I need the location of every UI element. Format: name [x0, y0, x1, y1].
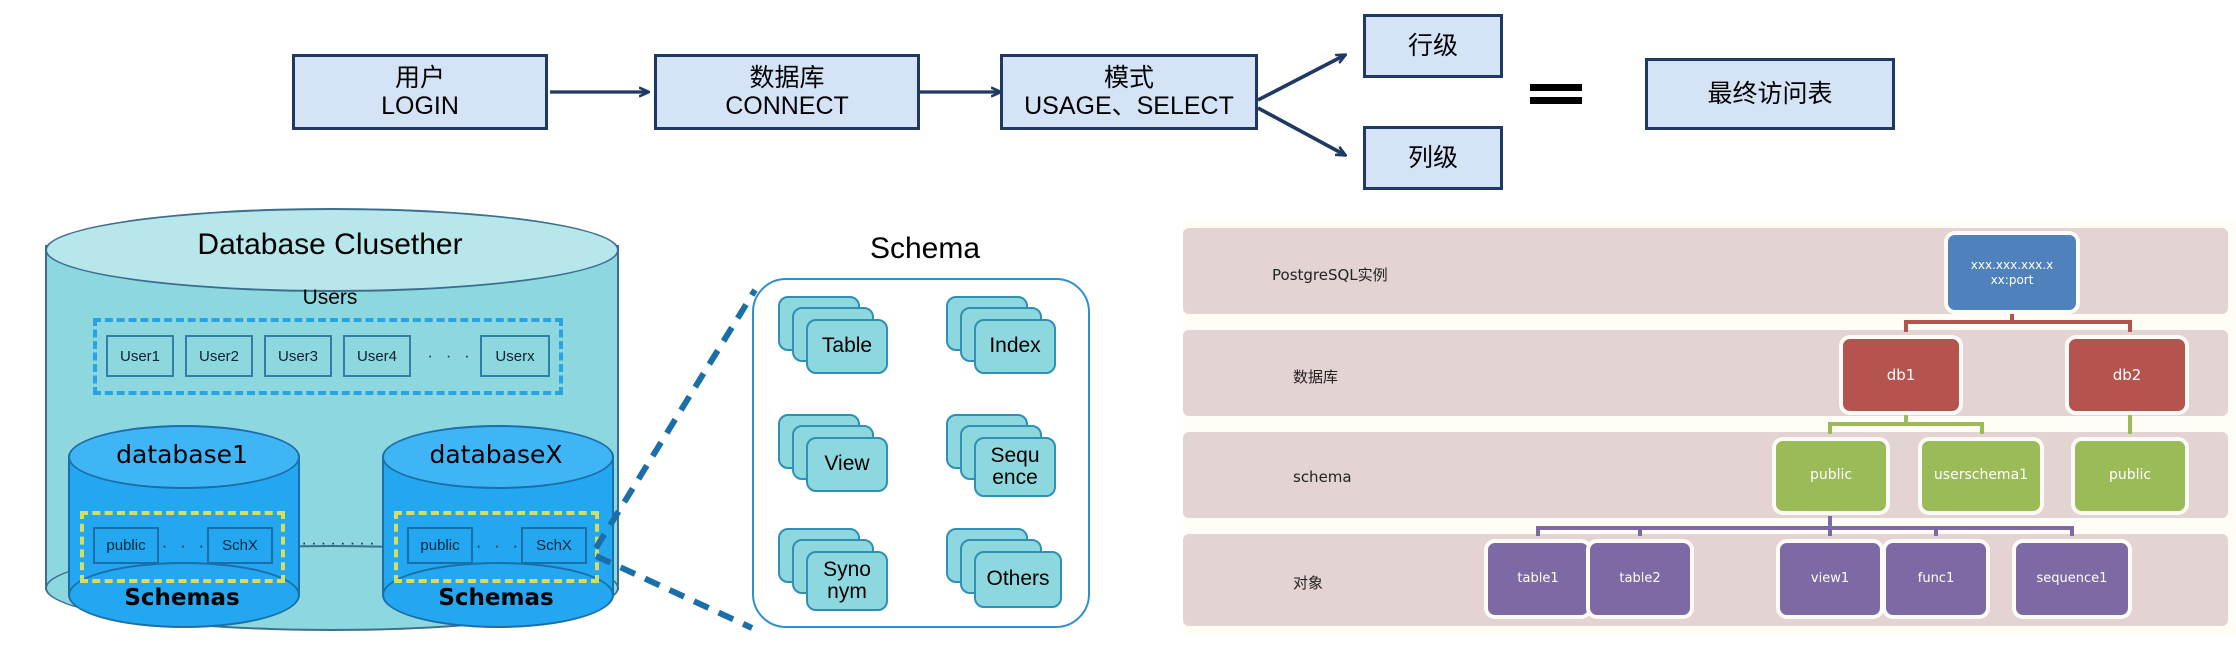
schema-item-synonym-label-line1: Syno — [823, 557, 871, 581]
schema-item-others[interactable]: Others — [946, 528, 1066, 613]
flow-branch-row-level-label: 行级 — [1407, 32, 1458, 60]
flow-step-database[interactable]: 数据库 CONNECT — [654, 54, 920, 130]
flow-step-user-en: LOGIN — [381, 92, 459, 120]
schema-item-index-card-front: Index — [974, 319, 1056, 374]
user-chip-4-label: User4 — [356, 347, 397, 365]
hierarchy-node-schema-userschema1-label: userschema1 — [1933, 467, 2029, 484]
databaseX-schema-ellipsis: · · · — [475, 536, 523, 555]
database1-name: database1 — [116, 440, 248, 469]
user-chip-1-label: User1 — [119, 347, 160, 365]
flow-result-label: 最终访问表 — [1707, 80, 1833, 108]
hierarchy-node-instance[interactable]: xxx.xxx.xxx.x xx:port — [1948, 235, 2076, 310]
hierarchy-node-schema-public-1-label: public — [1809, 467, 1853, 484]
database1-schemas-label: Schemas — [124, 585, 240, 611]
schema-item-view-card-front: View — [806, 437, 888, 492]
hierarchy-node-object-sequence1[interactable]: sequence1 — [2016, 543, 2128, 615]
databaseX-name: databaseX — [429, 440, 563, 469]
hierarchy-node-instance-line1: xxx.xxx.xxx.x — [1970, 257, 2054, 272]
equals-icon — [1530, 84, 1582, 104]
hierarchy-node-schema-public-2-label: public — [2108, 467, 2152, 484]
hierarchy-row-database-label: 数据库 — [1293, 368, 1339, 386]
hierarchy-node-object-view1[interactable]: view1 — [1780, 543, 1880, 615]
schema-item-synonym-card-front: Syno nym — [806, 551, 888, 611]
flow-step-schema-en: USAGE、SELECT — [1024, 92, 1234, 120]
user-chip-1[interactable]: User1 — [106, 335, 174, 377]
flow-branch-row-level[interactable]: 行级 — [1363, 14, 1503, 78]
database1-schema-public[interactable]: public — [93, 527, 159, 564]
user-chip-3[interactable]: User3 — [264, 335, 332, 377]
user-chip-x[interactable]: Userx — [480, 335, 550, 377]
hierarchy-node-object-table2[interactable]: table2 — [1590, 543, 1690, 615]
schema-item-table-label: Table — [821, 334, 873, 358]
schema-item-index[interactable]: Index — [946, 296, 1061, 376]
schema-item-table[interactable]: Table — [778, 296, 893, 376]
hierarchy-node-instance-line2: xx:port — [1990, 272, 2034, 287]
flow-branch-column-level[interactable]: 列级 — [1363, 126, 1503, 190]
flow-step-database-en: CONNECT — [725, 92, 849, 120]
user-chip-3-label: User3 — [277, 347, 318, 365]
hierarchy-node-schema-public-1[interactable]: public — [1776, 441, 1886, 511]
hierarchy-node-object-table1-label: table1 — [1517, 570, 1559, 586]
databaseX-schema-schx[interactable]: SchX — [521, 527, 587, 564]
hierarchy-node-schema-public-2[interactable]: public — [2075, 441, 2185, 511]
schema-item-sequence-label-line2: ence — [992, 466, 1038, 489]
hierarchy-node-object-func1-label: func1 — [1917, 570, 1955, 586]
schema-item-synonym-label-line2: nym — [827, 580, 867, 603]
database1-schema-public-label: public — [106, 537, 146, 554]
database1-schema-schx[interactable]: SchX — [207, 527, 273, 564]
databaseX-schema-schx-label: SchX — [536, 537, 572, 554]
flow-step-user-cn: 用户 — [394, 64, 445, 92]
schema-item-view[interactable]: View — [778, 414, 893, 494]
hierarchy-row-instance-label: PostgreSQL实例 — [1272, 266, 1388, 284]
schema-panel-title: Schema — [869, 232, 981, 265]
schema-item-sequence-card-front: Sequ ence — [974, 437, 1056, 497]
schema-item-others-label: Others — [986, 567, 1050, 591]
schema-item-index-label: Index — [989, 334, 1041, 358]
schema-item-table-card-front: Table — [806, 319, 888, 374]
schema-item-view-label: View — [824, 452, 870, 476]
databaseX-schema-public-label: public — [420, 537, 460, 554]
cluster-title: Database Clusether — [197, 228, 463, 261]
users-group-label: Users — [302, 286, 358, 309]
flow-step-schema-cn: 模式 — [1103, 64, 1154, 92]
hierarchy-row-schema-label: schema — [1293, 468, 1352, 486]
user-chip-x-label: Userx — [495, 347, 535, 365]
database1-schema-ellipsis: · · · — [161, 536, 209, 555]
schema-item-sequence-label-line1: Sequ — [990, 443, 1040, 467]
databaseX-schemas-label: Schemas — [438, 585, 554, 611]
databaseX-schema-public[interactable]: public — [407, 527, 473, 564]
databases-ellipsis: ········ — [301, 533, 379, 552]
hierarchy-node-db1[interactable]: db1 — [1843, 339, 1959, 411]
hierarchy-node-object-table2-label: table2 — [1619, 570, 1661, 586]
flow-step-schema[interactable]: 模式 USAGE、SELECT — [1000, 54, 1258, 130]
hierarchy-node-object-table1[interactable]: table1 — [1488, 543, 1588, 615]
hierarchy-node-object-sequence1-label: sequence1 — [2036, 570, 2108, 586]
user-chip-4[interactable]: User4 — [343, 335, 411, 377]
flow-result-final-table[interactable]: 最终访问表 — [1645, 58, 1895, 130]
database1-schema-schx-label: SchX — [222, 537, 258, 554]
user-chip-2[interactable]: User2 — [185, 335, 253, 377]
schema-item-others-card-front: Others — [974, 551, 1062, 608]
hierarchy-node-db2-label: db2 — [2112, 365, 2142, 384]
hierarchy-node-object-view1-label: view1 — [1810, 570, 1850, 586]
hierarchy-node-db1-label: db1 — [1886, 365, 1916, 384]
hierarchy-node-schema-userschema1[interactable]: userschema1 — [1922, 441, 2040, 511]
user-chip-2-label: User2 — [198, 347, 239, 365]
hierarchy-row-object-label: 对象 — [1293, 574, 1324, 592]
flow-step-user[interactable]: 用户 LOGIN — [292, 54, 548, 130]
hierarchy-node-db2[interactable]: db2 — [2069, 339, 2185, 411]
flow-branch-column-level-label: 列级 — [1407, 144, 1458, 172]
schema-item-synonym[interactable]: Syno nym — [778, 528, 893, 613]
hierarchy-node-object-func1[interactable]: func1 — [1886, 543, 1986, 615]
flow-step-database-cn: 数据库 — [749, 64, 825, 92]
schema-item-sequence[interactable]: Sequ ence — [946, 414, 1061, 499]
